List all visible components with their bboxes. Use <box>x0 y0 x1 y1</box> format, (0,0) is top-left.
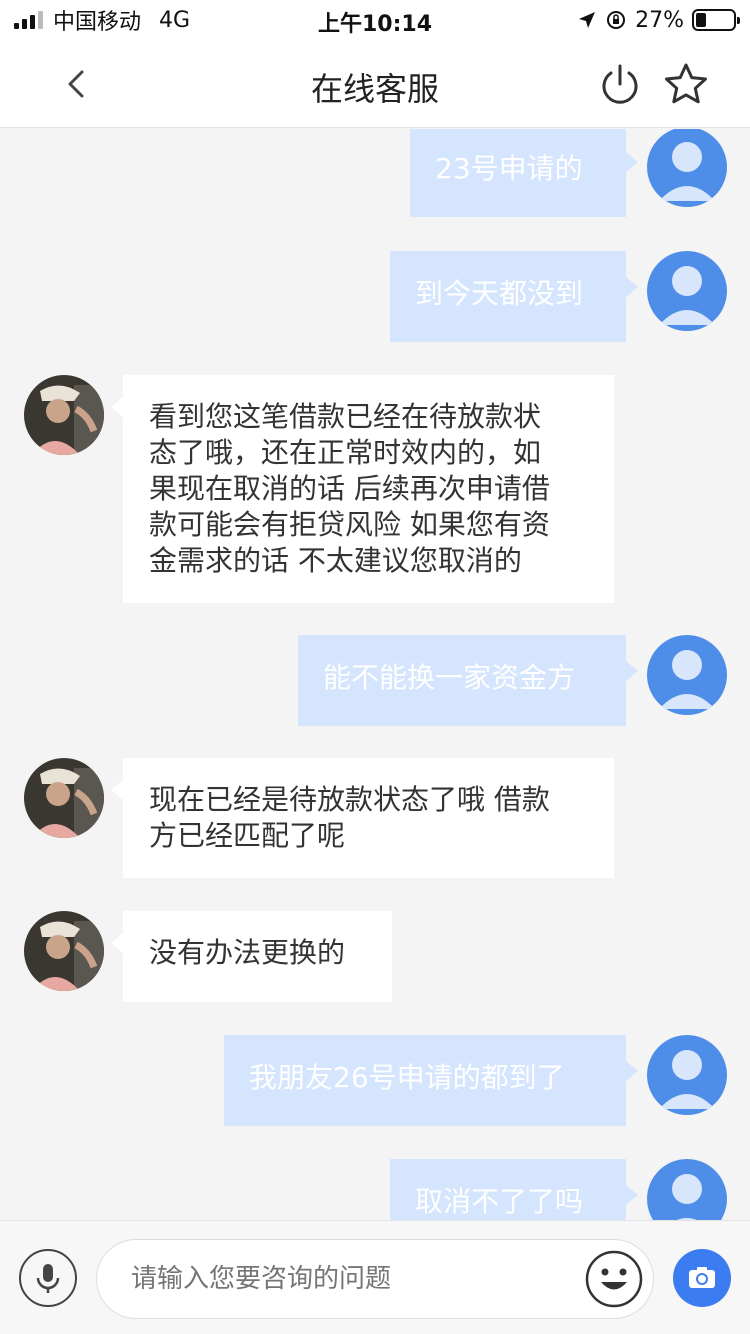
power-icon <box>602 64 638 104</box>
message-bubble-user: 能不能换一家资金方 <box>298 635 638 726</box>
battery-percent: 27% <box>635 7 684 33</box>
user-avatar <box>647 1159 727 1220</box>
status-bar: 中国移动 4G 上午10:14 27% <box>0 0 750 40</box>
message-text: 没有办法更换的 <box>149 936 346 969</box>
user-avatar <box>647 251 727 331</box>
voice-input-button[interactable] <box>19 1249 77 1307</box>
end-session-button[interactable] <box>598 62 642 106</box>
message-bubble-user: 我朋友26号申请的都到了 <box>224 1035 638 1126</box>
camera-icon <box>689 1267 715 1288</box>
message-text: 我朋友26号申请的都到了 <box>249 1061 565 1094</box>
message-text: 23号申请的 <box>435 152 583 185</box>
input-bar <box>0 1220 750 1334</box>
emoji-icon <box>585 1250 643 1308</box>
agent-avatar <box>24 911 104 991</box>
agent-avatar <box>24 375 104 455</box>
rotation-lock-icon <box>607 11 626 29</box>
microphone-icon <box>36 1264 60 1293</box>
message-line: 金需求的话 不太建议您取消的 <box>149 544 522 577</box>
star-icon <box>665 63 707 104</box>
chat-area[interactable]: 23号申请的 到今天都没到 看到您这笔借款已经在待放款状 态了哦，还在正常时效内… <box>0 129 750 1220</box>
message-bubble-user: 23号申请的 <box>410 129 638 217</box>
message-bubble-agent: 现在已经是待放款状态了哦 借款 方已经匹配了呢 <box>111 758 614 878</box>
message-line: 态了哦，还在正常时效内的，如 <box>149 436 542 469</box>
message-line: 款可能会有拒贷风险 如果您有资 <box>149 508 550 541</box>
camera-button[interactable] <box>673 1249 731 1307</box>
message-input[interactable] <box>96 1239 654 1319</box>
user-avatar <box>647 635 727 715</box>
message-text: 取消不了了吗 <box>415 1185 584 1218</box>
message-text: 能不能换一家资金方 <box>323 661 576 694</box>
emoji-button[interactable] <box>584 1249 644 1309</box>
nav-bar: 在线客服 <box>0 40 750 128</box>
agent-avatar <box>24 758 104 838</box>
message-line: 方已经匹配了呢 <box>149 819 346 852</box>
message-bubble-user: 到今天都没到 <box>390 251 638 342</box>
message-text: 到今天都没到 <box>415 277 584 310</box>
favorite-button[interactable] <box>663 62 709 106</box>
message-bubble-user: 取消不了了吗 <box>390 1159 638 1220</box>
user-avatar <box>647 129 727 207</box>
status-right: 27% <box>577 6 740 34</box>
message-bubble-agent: 看到您这笔借款已经在待放款状 态了哦，还在正常时效内的，如 果现在取消的话 后续… <box>111 375 614 603</box>
message-line: 看到您这笔借款已经在待放款状 <box>149 400 542 433</box>
user-avatar <box>647 1035 727 1115</box>
message-line: 现在已经是待放款状态了哦 借款 <box>149 783 550 816</box>
battery-icon <box>692 9 740 31</box>
message-line: 果现在取消的话 后续再次申请借 <box>149 472 550 505</box>
location-arrow-icon <box>579 12 596 28</box>
message-bubble-agent: 没有办法更换的 <box>111 911 392 1002</box>
